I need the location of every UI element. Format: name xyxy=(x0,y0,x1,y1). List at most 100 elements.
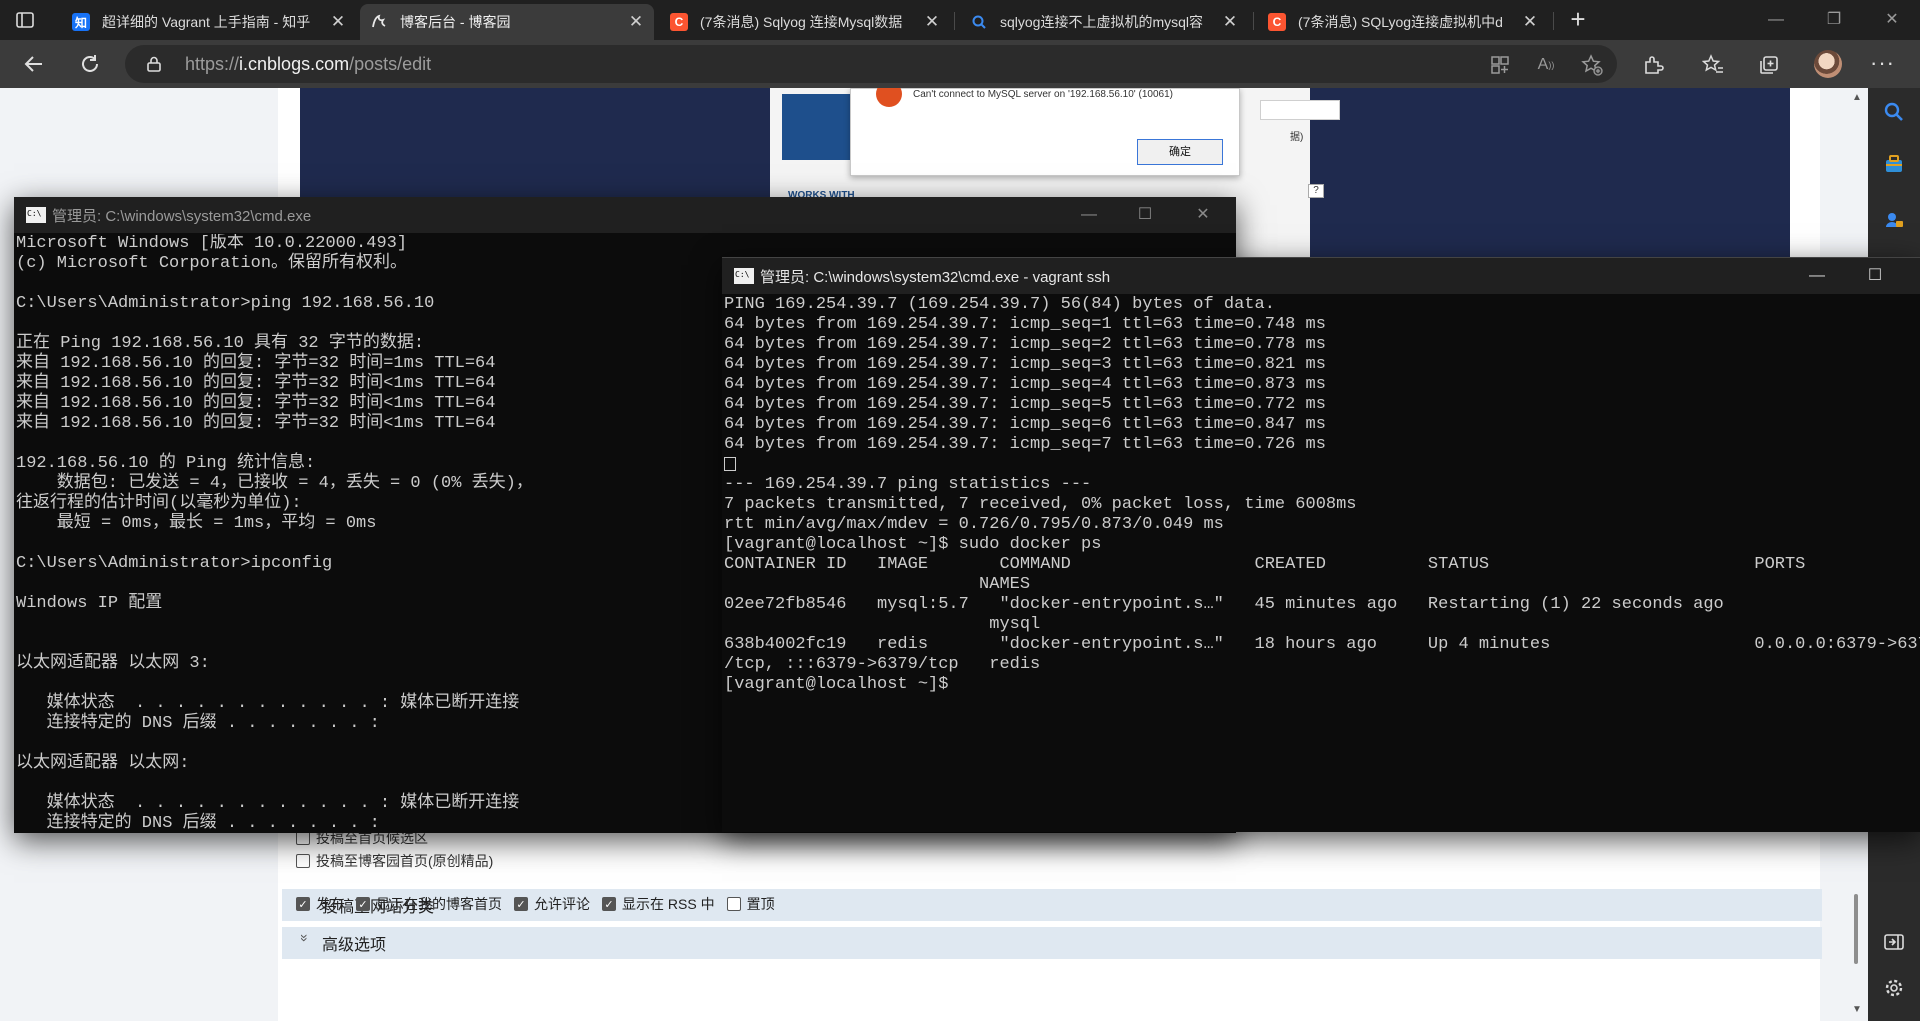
option-show-on-blog-home[interactable]: ✓ 显示在我的博客首页 xyxy=(356,894,502,914)
chevron-down-icon: » xyxy=(297,934,313,942)
terminal-line: rtt min/avg/max/mdev = 0.726/0.795/0.873… xyxy=(724,515,1224,534)
scroll-thumb[interactable] xyxy=(1854,894,1858,964)
cmd-window-vagrant-ssh[interactable]: 管理员: C:\windows\system32\cmd.exe - vagra… xyxy=(722,257,1920,832)
cmd-maximize-button[interactable]: ☐ xyxy=(1852,258,1898,294)
cmd-title-bar[interactable]: 管理员: C:\windows\system32\cmd.exe - vagra… xyxy=(722,258,1920,294)
sidebar-tools-icon[interactable] xyxy=(1880,206,1908,234)
tab-search[interactable]: sqlyog连接不上虚拟机的mysql容 ✕ xyxy=(960,4,1248,40)
address-bar[interactable]: https://i.cnblogs.com/posts/edit A)) xyxy=(125,45,1617,83)
terminal-line: mysql xyxy=(724,615,1041,634)
tab-close-icon[interactable]: ✕ xyxy=(330,12,346,32)
option-pin-top[interactable]: 置顶 xyxy=(726,894,775,914)
refresh-button[interactable] xyxy=(76,50,104,78)
option-label: 显示在我的博客首页 xyxy=(376,896,502,912)
checkbox[interactable] xyxy=(296,854,310,868)
scroll-down-arrow-icon[interactable]: ▼ xyxy=(1852,1004,1862,1015)
cmd-minimize-button[interactable]: — xyxy=(1066,197,1112,233)
close-window-button[interactable]: ✕ xyxy=(1878,6,1906,34)
tab-close-icon[interactable]: ✕ xyxy=(1222,12,1238,32)
option-homepage-original[interactable]: 投稿至博客园首页(原创精品) xyxy=(296,851,493,871)
sidebar-collapse-icon[interactable] xyxy=(1880,928,1908,956)
option-publish[interactable]: ✓ 发布 xyxy=(296,894,344,914)
cmd-output-vagrant[interactable]: PING 169.254.39.7 (169.254.39.7) 56(84) … xyxy=(724,295,1920,832)
cmd-app-icon xyxy=(26,207,46,223)
checkbox[interactable] xyxy=(296,831,310,845)
cmd-title-bar[interactable]: 管理员: C:\windows\system32\cmd.exe — ☐ ✕ xyxy=(14,197,1236,233)
checkbox-checked[interactable]: ✓ xyxy=(356,897,370,911)
dialog-input-field xyxy=(1260,100,1340,120)
tab-close-icon[interactable]: ✕ xyxy=(924,12,940,32)
tab-csdn-2[interactable]: C (7条消息) SQLyog连接虚拟机中d ✕ xyxy=(1258,4,1548,40)
sidebar-shopping-icon[interactable] xyxy=(1880,150,1908,178)
tab-title: 超详细的 Vagrant 上手指南 - 知乎 xyxy=(102,14,311,30)
error-dialog: Can't connect to MySQL server on '192.16… xyxy=(850,88,1240,176)
cmd-maximize-button[interactable]: ☐ xyxy=(1122,197,1168,233)
app-available-icon[interactable] xyxy=(1489,54,1511,76)
terminal-line: 64 bytes from 169.254.39.7: icmp_seq=2 t… xyxy=(724,335,1326,354)
option-allow-comments[interactable]: ✓ 允许评论 xyxy=(514,894,590,914)
sidebar-search-icon[interactable] xyxy=(1880,98,1908,126)
section-title: 高级选项 xyxy=(322,937,387,954)
cmd-close-button[interactable]: ✕ xyxy=(1180,197,1226,233)
search-favicon-icon xyxy=(970,13,988,31)
tab-title: (7条消息) SQLyog连接虚拟机中d xyxy=(1298,14,1503,30)
checkbox[interactable] xyxy=(726,897,741,911)
tab-actions-icon[interactable] xyxy=(14,9,36,31)
help-icon: ? xyxy=(1308,184,1324,198)
dialog-side-label: 据) xyxy=(1290,132,1304,143)
extensions-icon[interactable] xyxy=(1640,52,1666,78)
csdn-favicon-icon: C xyxy=(1268,13,1286,31)
option-label: 允许评论 xyxy=(534,896,590,912)
terminal-line: CONTAINER ID IMAGE COMMAND CREATED STATU… xyxy=(724,555,1806,574)
terminal-line: /tcp, :::6379->6379/tcp redis xyxy=(724,655,1041,674)
terminal-line: 638b4002fc19 redis "docker-entrypoint.s…… xyxy=(724,635,1920,654)
tab-csdn-1[interactable]: C (7条消息) Sqlyog 连接Mysql数据 ✕ xyxy=(660,4,950,40)
new-tab-button[interactable]: + xyxy=(1564,6,1592,34)
option-label: 显示在 RSS 中 xyxy=(622,896,715,912)
terminal-line: 64 bytes from 169.254.39.7: icmp_seq=6 t… xyxy=(724,415,1326,434)
error-icon xyxy=(876,88,902,107)
cmd-window-title: 管理员: C:\windows\system32\cmd.exe xyxy=(52,207,312,225)
tab-separator xyxy=(1253,12,1254,30)
tab-close-icon[interactable]: ✕ xyxy=(628,12,644,32)
cmd-app-icon xyxy=(734,268,754,284)
settings-more-icon[interactable]: ··· xyxy=(1870,50,1895,76)
sqlyog-logo-image xyxy=(782,94,850,160)
lock-icon[interactable] xyxy=(147,56,161,77)
terminal-line: [vagrant@localhost ~]$ xyxy=(724,675,949,694)
add-favorite-icon[interactable] xyxy=(1581,54,1603,76)
terminal-line: 64 bytes from 169.254.39.7: icmp_seq=4 t… xyxy=(724,375,1326,394)
checkbox-checked[interactable]: ✓ xyxy=(296,897,310,911)
terminal-line: Microsoft Windows [版本 10.0.22000.493] xyxy=(16,234,408,253)
url-text: https://i.cnblogs.com/posts/edit xyxy=(185,54,432,74)
tab-cnblogs[interactable]: 博客后台 - 博客园 ✕ xyxy=(360,4,654,40)
ok-button[interactable]: 确定 xyxy=(1137,139,1223,165)
cmd-minimize-button[interactable]: — xyxy=(1794,258,1840,294)
back-arrow-icon xyxy=(24,56,42,72)
terminal-line: 64 bytes from 169.254.39.7: icmp_seq=1 t… xyxy=(724,315,1326,334)
browser-toolbar: https://i.cnblogs.com/posts/edit A)) ··· xyxy=(0,40,1920,88)
scroll-up-arrow-icon[interactable]: ▲ xyxy=(1852,92,1862,103)
back-button[interactable] xyxy=(20,50,48,78)
option-show-in-rss[interactable]: ✓ 显示在 RSS 中 xyxy=(602,894,715,914)
section-advanced[interactable]: » 高级选项 xyxy=(282,927,1822,959)
minimize-window-button[interactable]: — xyxy=(1762,6,1790,34)
terminal-line: 64 bytes from 169.254.39.7: icmp_seq=3 t… xyxy=(724,355,1326,374)
profile-avatar[interactable] xyxy=(1814,50,1842,78)
browser-tab-bar: 知 超详细的 Vagrant 上手指南 - 知乎 ✕ 博客后台 - 博客园 ✕ … xyxy=(0,0,1920,40)
cmd-close-button[interactable]: ✕ xyxy=(1902,258,1920,294)
read-aloud-icon[interactable]: A)) xyxy=(1535,54,1557,76)
cnblogs-favicon-icon xyxy=(370,13,388,31)
checkbox-checked[interactable]: ✓ xyxy=(602,897,616,911)
tab-title: (7条消息) Sqlyog 连接Mysql数据 xyxy=(700,14,903,30)
collections-icon[interactable] xyxy=(1756,52,1782,78)
sidebar-settings-gear-icon[interactable] xyxy=(1880,974,1908,1002)
tab-zhihu[interactable]: 知 超详细的 Vagrant 上手指南 - 知乎 ✕ xyxy=(62,4,356,40)
terminal-line: [vagrant@localhost ~]$ sudo docker ps xyxy=(724,535,1102,554)
checkbox-checked[interactable]: ✓ xyxy=(514,897,528,911)
favorites-icon[interactable] xyxy=(1700,52,1726,78)
option-label: 投稿至博客园首页(原创精品) xyxy=(316,853,494,869)
tab-separator xyxy=(954,12,955,30)
restore-window-button[interactable]: ❐ xyxy=(1820,6,1848,34)
tab-close-icon[interactable]: ✕ xyxy=(1522,12,1538,32)
